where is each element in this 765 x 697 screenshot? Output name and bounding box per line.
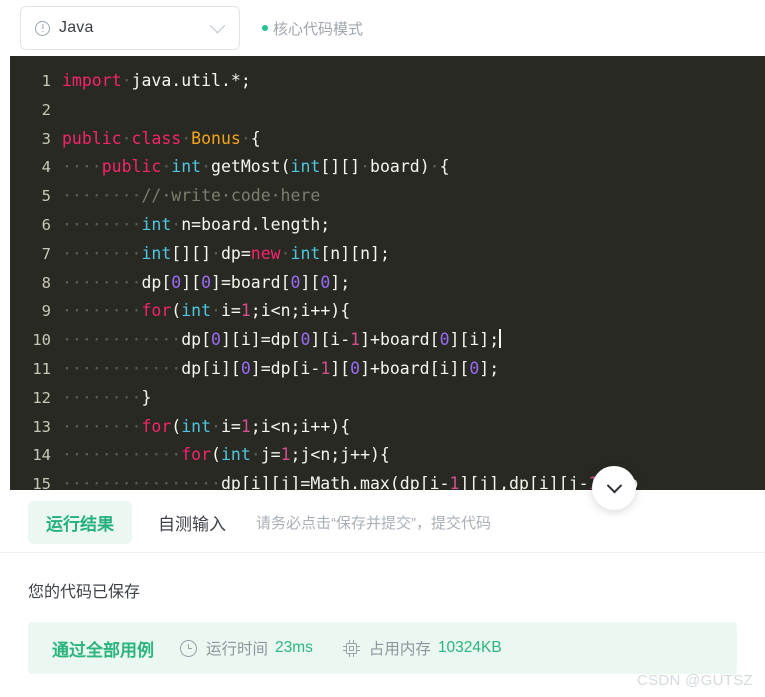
code-line-text: ········for(int·i=1;i<n;i++){	[62, 416, 351, 436]
code-line-text: import·java.util.*;	[62, 71, 251, 90]
collapse-editor-button[interactable]	[592, 466, 636, 510]
code-line[interactable]: 15 ················dp[i][j]=Math.max(dp[i…	[10, 470, 765, 490]
code-line[interactable]: 7 ········int[][]·dp=new·int[n][n];	[10, 240, 765, 269]
tab-custom-input[interactable]: 自测输入	[154, 501, 230, 544]
memory-value: 10324KB	[437, 639, 502, 656]
result-summary-bar: 通过全部用例 运行时间 23ms 占用内存 10324KB	[28, 622, 737, 674]
line-number: 7	[41, 244, 51, 263]
line-number: 4	[41, 158, 51, 177]
line-number: 10	[32, 331, 51, 350]
line-number: 12	[32, 388, 51, 407]
line-number: 1	[41, 72, 51, 90]
code-line[interactable]: 4 ····public·int·getMost(int[][]·board)·{	[10, 153, 765, 182]
line-number: 9	[41, 302, 51, 321]
code-line[interactable]: 3 public·class·Bonus·{	[10, 125, 765, 154]
line-number: 11	[32, 359, 51, 378]
code-line[interactable]: 12 ········}	[10, 384, 765, 413]
code-line-text: ····public·int·getMost(int[][]·board)·{	[62, 157, 450, 177]
code-line[interactable]: 10 ············dp[0][i]=dp[0][i-1]+board[…	[10, 326, 765, 355]
code-line[interactable]: 8 ········dp[0][0]=board[0][0];	[10, 269, 765, 298]
line-number: 8	[41, 273, 51, 292]
code-line-text: ········for(int·i=1;i<n;i++){	[62, 301, 351, 321]
code-line-text: ················dp[i][j]=Math.max(dp[i-1…	[62, 474, 638, 490]
code-line[interactable]: 11 ············dp[i][0]=dp[i-1][0]+board[…	[10, 355, 765, 384]
line-number: 15	[32, 475, 51, 490]
code-mode-label: 核心代码模式	[273, 20, 364, 38]
line-number: 14	[32, 446, 51, 465]
code-line-text: ········int·n=board.length;	[62, 214, 331, 234]
submit-hint: 请务必点击“保存并提交”，提交代码	[256, 515, 491, 532]
code-editor-page: Java 核心代码模式 1 import·java.util.*; 2 3 public…	[0, 0, 765, 697]
code-line[interactable]: 9 ········for(int·i=1;i<n;i++){	[10, 297, 765, 326]
code-line-text: ········//·write·code·here	[62, 186, 321, 206]
status-dot-icon	[262, 25, 268, 31]
info-circle-icon	[35, 20, 50, 36]
code-line[interactable]: 2	[10, 96, 765, 125]
runtime-value: 23ms	[275, 639, 313, 656]
line-number: 2	[41, 100, 51, 119]
tab-run-result[interactable]: 运行结果	[28, 501, 132, 544]
pass-status-badge: 通过全部用例	[52, 640, 154, 660]
line-number: 5	[41, 187, 51, 206]
code-mode-badge: 核心代码模式	[262, 18, 363, 39]
cpu-chip-icon	[342, 639, 360, 657]
code-line[interactable]: 1 import·java.util.*;	[10, 67, 765, 96]
code-line-text: ············dp[i][0]=dp[i-1][0]+board[i]…	[62, 358, 500, 378]
line-number: 3	[41, 129, 51, 148]
code-line-text: ············for(int·j=1;j<n;j++){	[62, 445, 390, 465]
chevron-down-icon	[209, 17, 226, 33]
code-line-text: ············dp[0][i]=dp[0][i-1]+board[0]…	[62, 329, 501, 350]
line-number: 13	[32, 417, 51, 436]
toolbar: Java 核心代码模式	[0, 0, 765, 56]
code-content[interactable]: 1 import·java.util.*; 2 3 public·class·Bonus…	[10, 56, 765, 490]
saved-message: 您的代码已保存	[28, 584, 141, 601]
text-cursor	[499, 329, 501, 349]
language-select-value: Java	[59, 19, 94, 36]
clock-icon	[180, 639, 197, 657]
code-line[interactable]: 5 ········//·write·code·here	[10, 182, 765, 211]
line-number: 6	[41, 215, 51, 234]
code-line[interactable]: 6 ········int·n=board.length;	[10, 211, 765, 240]
memory-metric: 占用内存 10324KB	[342, 637, 502, 659]
result-panel: 您的代码已保存 通过全部用例 运行时间 23ms 占用内存 10324KB CS…	[0, 554, 765, 697]
language-select[interactable]: Java	[20, 6, 240, 50]
code-line-text: ········dp[0][0]=board[0][0];	[62, 272, 351, 292]
watermark: CSDN @GUTSZ	[636, 672, 753, 689]
code-line-text: public·class·Bonus·{	[62, 128, 261, 148]
runtime-metric: 运行时间 23ms	[180, 637, 313, 659]
runtime-label: 运行时间	[206, 641, 269, 658]
code-line-text: ········int[][]·dp=new·int[n][n];	[62, 243, 390, 263]
code-line[interactable]: 13 ········for(int·i=1;i<n;i++){	[10, 413, 765, 442]
code-line[interactable]: 14 ············for(int·j=1;j<n;j++){	[10, 441, 765, 470]
code-line-text: ········}	[62, 387, 152, 407]
memory-label: 占用内存	[368, 641, 431, 658]
chevron-down-icon	[606, 477, 622, 493]
code-editor[interactable]: 1 import·java.util.*; 2 3 public·class·Bonus…	[10, 56, 765, 490]
result-tabs: 运行结果 自测输入 请务必点击“保存并提交”，提交代码	[0, 493, 765, 553]
